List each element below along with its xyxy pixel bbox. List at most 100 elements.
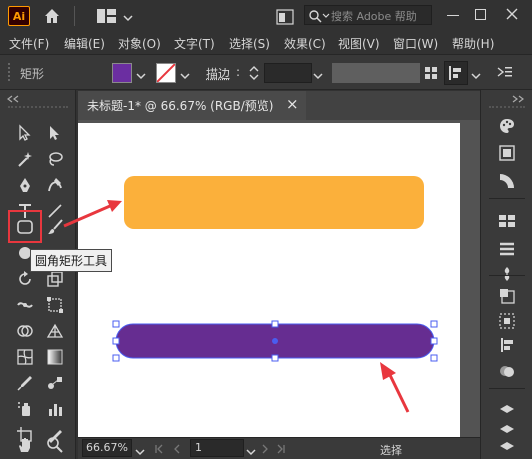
anchor-point[interactable] <box>112 320 120 328</box>
anchor-point[interactable] <box>271 320 279 328</box>
stroke-label: 描边 <box>206 67 231 81</box>
zoom-value: 66.67% <box>86 441 128 454</box>
search-placeholder: 搜索 Adobe 帮助 <box>331 10 417 23</box>
column-graph-tool-icon[interactable] <box>42 398 68 420</box>
status-info-text: 选择 <box>380 444 402 457</box>
chevron-down-icon[interactable] <box>135 445 145 459</box>
stroke-weight-stepper[interactable] <box>248 64 260 85</box>
free-transform-tool-icon[interactable] <box>42 294 68 316</box>
blend-tool-icon[interactable] <box>42 372 68 394</box>
arrange-documents-icon[interactable] <box>96 8 118 27</box>
orange-rounded-rectangle[interactable] <box>124 176 424 229</box>
control-bar: 矩形 描边 : <box>0 54 532 90</box>
document-tab[interactable]: 未标题-1* @ 66.67% (RGB/预览) × <box>78 91 306 120</box>
tooltip-text: 圆角矩形工具 <box>35 254 108 268</box>
close-tab-icon[interactable]: × <box>286 95 299 113</box>
magic-wand-tool-icon[interactable] <box>12 148 38 170</box>
direct-selection-tool-icon[interactable] <box>42 122 68 144</box>
panel-grip <box>8 63 10 81</box>
menu-effect[interactable]: 效果(C) <box>284 35 326 52</box>
align-panel-icon[interactable] <box>494 310 520 332</box>
hand-tool-icon[interactable] <box>12 434 38 456</box>
properties-icon[interactable] <box>494 435 520 457</box>
panel-collapse-icon[interactable] <box>6 92 20 106</box>
menu-bar: 文件(F) 编辑(E) 对象(O) 文字(T) 选择(S) 效果(C) 视图(V… <box>0 32 532 54</box>
chevron-down-icon[interactable] <box>313 69 323 83</box>
stroke-weight-input[interactable] <box>264 63 312 83</box>
shape-builder-tool-icon[interactable] <box>12 320 38 342</box>
anchor-point[interactable] <box>271 354 279 362</box>
zoom-field[interactable]: 66.67% <box>82 439 132 457</box>
stroke-label-colon: : <box>236 65 241 79</box>
align-button[interactable] <box>444 61 468 85</box>
tool-tooltip: 圆角矩形工具 <box>30 249 113 272</box>
menu-object[interactable]: 对象(O) <box>118 35 161 52</box>
center-point[interactable] <box>272 338 278 344</box>
search-box[interactable]: 搜索 Adobe 帮助 <box>304 5 432 25</box>
search-icon <box>309 10 322 23</box>
pathfinder-icon[interactable] <box>494 360 520 382</box>
panel-expand-icon[interactable] <box>511 92 525 106</box>
anchor-point[interactable] <box>112 354 120 362</box>
menu-help[interactable]: 帮助(H) <box>452 35 494 52</box>
panel-menu-icon[interactable] <box>497 65 513 82</box>
symbols-icon[interactable] <box>494 263 520 285</box>
grid-icon[interactable] <box>424 66 438 83</box>
previous-artboard-icon[interactable] <box>172 443 182 457</box>
brushes-icon[interactable] <box>494 238 520 260</box>
anchor-point[interactable] <box>430 320 438 328</box>
fill-swatch[interactable] <box>112 63 132 83</box>
object-type-label: 矩形 <box>20 67 45 81</box>
color-guide-icon[interactable] <box>494 170 520 192</box>
chevron-down-icon[interactable] <box>180 69 190 83</box>
chevron-down-icon[interactable] <box>123 11 133 25</box>
annotation-arrow-up <box>380 362 410 413</box>
toolbar-grip <box>8 106 68 108</box>
tools-panel <box>0 90 76 459</box>
menu-select[interactable]: 选择(S) <box>229 35 270 52</box>
home-icon[interactable] <box>42 6 62 29</box>
maximize-button[interactable] <box>475 9 486 20</box>
mesh-tool-icon[interactable] <box>12 346 38 368</box>
width-tool-icon[interactable] <box>12 294 38 316</box>
transform-icon[interactable] <box>494 285 520 307</box>
align-objects-icon[interactable] <box>494 334 520 356</box>
layers-icon[interactable] <box>494 398 520 420</box>
pen-tool-icon[interactable] <box>12 174 38 196</box>
anchor-point[interactable] <box>430 354 438 362</box>
zoom-tool-icon[interactable] <box>42 434 68 456</box>
chevron-down-icon[interactable] <box>246 445 256 459</box>
first-artboard-icon[interactable] <box>154 443 164 457</box>
document-tab-title: 未标题-1* @ 66.67% (RGB/预览) <box>87 99 274 113</box>
libraries-icon[interactable] <box>494 142 520 164</box>
color-palette-icon[interactable] <box>494 115 520 137</box>
gradient-tool-icon[interactable] <box>42 346 68 368</box>
workspace-icon[interactable] <box>276 9 294 28</box>
minimize-button[interactable] <box>447 15 459 16</box>
anchor-point[interactable] <box>430 337 438 345</box>
swatches-icon[interactable] <box>494 210 520 232</box>
variable-width-profile[interactable] <box>332 63 420 83</box>
artboard-number-field[interactable]: 1 <box>190 439 244 457</box>
menu-file[interactable]: 文件(F) <box>9 35 49 52</box>
chevron-down-icon[interactable] <box>471 69 481 83</box>
last-artboard-icon[interactable] <box>276 443 286 457</box>
menu-window[interactable]: 窗口(W) <box>393 35 438 52</box>
selection-tool-icon[interactable] <box>12 122 38 144</box>
menu-view[interactable]: 视图(V) <box>338 35 380 52</box>
anchor-point[interactable] <box>112 337 120 345</box>
chevron-down-icon <box>322 13 330 18</box>
eyedropper-tool-icon[interactable] <box>12 372 38 394</box>
menu-type[interactable]: 文字(T) <box>174 35 215 52</box>
next-artboard-icon[interactable] <box>260 443 270 457</box>
perspective-grid-tool-icon[interactable] <box>42 320 68 342</box>
symbol-sprayer-tool-icon[interactable] <box>12 398 38 420</box>
chevron-down-icon[interactable] <box>136 69 146 83</box>
app-logo: Ai <box>8 6 30 26</box>
rounded-rectangle-tool-icon[interactable] <box>12 216 38 238</box>
lasso-tool-icon[interactable] <box>42 148 68 170</box>
stroke-swatch[interactable] <box>156 63 176 83</box>
artboard[interactable] <box>78 123 460 437</box>
close-window-button[interactable] <box>505 7 519 24</box>
menu-edit[interactable]: 编辑(E) <box>64 35 105 52</box>
